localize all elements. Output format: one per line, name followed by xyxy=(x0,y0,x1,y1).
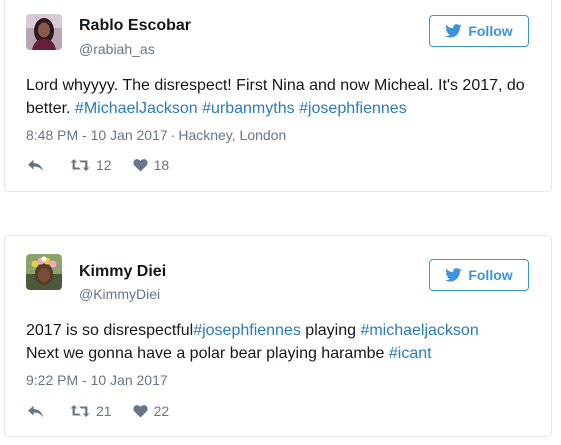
retweet-count: 12 xyxy=(96,157,112,173)
twitter-bird-icon xyxy=(445,24,462,38)
user-handle[interactable]: @KimmyDiei xyxy=(79,286,160,302)
tweet-meta: 8:48 PM - 10 Jan 2017 · Hackney, London xyxy=(26,127,286,143)
hashtag-link[interactable]: #josephfiennes xyxy=(299,100,407,117)
follow-label: Follow xyxy=(468,267,513,283)
display-name[interactable]: Rablo Escobar xyxy=(79,17,191,35)
tweet-text-body: Next we gonna have a polar bear playing … xyxy=(26,345,389,362)
tweet-text: 2017 is so disrespectful#josephfiennes p… xyxy=(26,319,531,365)
heart-icon xyxy=(132,404,148,417)
hashtag-link[interactable]: #icant xyxy=(389,345,432,362)
like-button[interactable]: 22 xyxy=(132,403,170,419)
retweet-button[interactable]: 12 xyxy=(70,157,112,173)
retweet-button[interactable]: 21 xyxy=(70,403,112,419)
timestamp-link[interactable]: 9:22 PM - 10 Jan 2017 xyxy=(26,372,168,388)
reply-icon xyxy=(28,405,43,417)
reply-button[interactable] xyxy=(27,405,44,418)
reply-icon xyxy=(28,159,43,171)
avatar[interactable] xyxy=(26,14,62,50)
tweet-text: Lord whyyyy. The disrespect! First Nina … xyxy=(26,74,531,120)
hashtag-link[interactable]: #urbanmyths xyxy=(202,100,295,117)
action-bar: 21 22 xyxy=(27,403,169,419)
location-label[interactable]: Hackney, London xyxy=(178,127,286,143)
tweet-card: Rablo Escobar @rabiah_as Follow Lord why… xyxy=(4,0,552,192)
avatar[interactable] xyxy=(26,254,62,290)
like-count: 18 xyxy=(153,157,170,173)
display-name[interactable]: Kimmy Diei xyxy=(79,263,166,281)
timestamp-link[interactable]: 8:48 PM - 10 Jan 2017 xyxy=(26,127,168,143)
tweet-card: Kimmy Diei @KimmyDiei Follow 2017 is so … xyxy=(4,235,552,437)
follow-label: Follow xyxy=(468,23,513,39)
twitter-bird-icon xyxy=(445,268,462,282)
tweet-meta: 9:22 PM - 10 Jan 2017 xyxy=(26,372,168,388)
follow-button[interactable]: Follow xyxy=(429,15,529,47)
reply-button[interactable] xyxy=(27,159,44,172)
tweet-text-body: 2017 is so disrespectful xyxy=(26,322,194,339)
hashtag-link[interactable]: #josephfiennes xyxy=(193,322,301,339)
like-count: 22 xyxy=(153,403,170,419)
heart-icon xyxy=(132,158,148,171)
retweet-icon xyxy=(70,159,90,171)
tweet-text-body: playing xyxy=(300,322,361,339)
retweet-icon xyxy=(70,405,90,417)
retweet-count: 21 xyxy=(96,403,112,419)
meta-separator: · xyxy=(170,127,176,143)
action-bar: 12 18 xyxy=(27,157,169,173)
user-handle[interactable]: @rabiah_as xyxy=(79,41,155,57)
follow-button[interactable]: Follow xyxy=(429,259,529,291)
hashtag-link[interactable]: #michaeljackson xyxy=(360,322,478,339)
like-button[interactable]: 18 xyxy=(132,157,170,173)
hashtag-link[interactable]: #MichaelJackson xyxy=(75,100,198,117)
